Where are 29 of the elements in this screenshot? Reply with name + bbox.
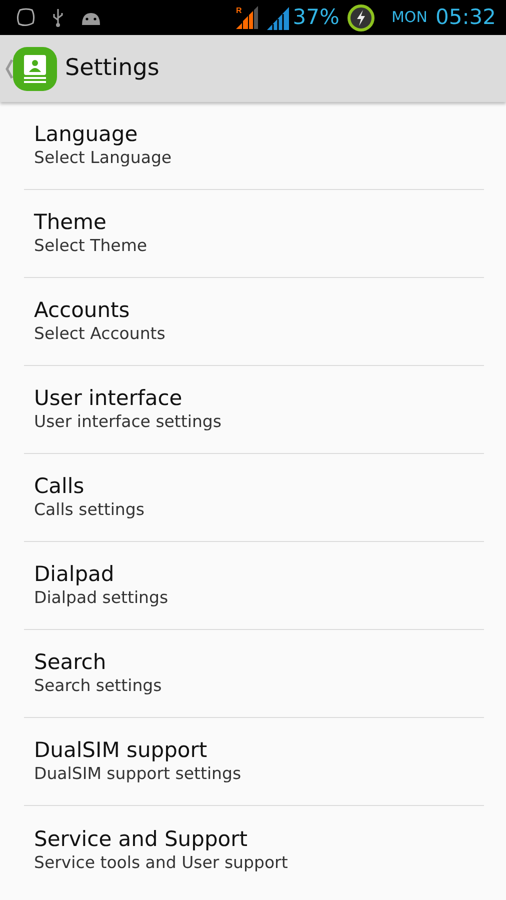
setting-title[interactable]: User interface	[34, 386, 484, 412]
signal-icon	[266, 6, 289, 30]
setting-title[interactable]: Dialpad	[34, 562, 484, 588]
app-icon	[13, 46, 57, 90]
setting-title[interactable]: Search	[34, 650, 484, 676]
setting-summary: Search settings	[34, 675, 163, 697]
setting-summary: Select Accounts	[34, 323, 166, 345]
setting-title[interactable]: Calls	[34, 474, 484, 500]
battery-percent: 37%	[292, 4, 340, 31]
screen-title: Settings	[65, 54, 160, 84]
setting-summary: Dialpad settings	[34, 587, 170, 609]
setting-summary: User interface settings	[34, 411, 222, 433]
clock-time: 05:32	[435, 4, 496, 31]
setting-summary: Select Theme	[34, 235, 148, 257]
setting-title[interactable]: Theme	[34, 210, 484, 236]
usb-icon	[52, 8, 64, 28]
notification-icon	[16, 8, 36, 28]
setting-summary: Calls settings	[34, 499, 146, 521]
setting-summary: Select Language	[34, 147, 173, 169]
back-caret-icon	[5, 58, 13, 78]
day-label: MON	[391, 7, 428, 28]
setting-summary: Service tools and User support	[34, 852, 289, 874]
battery-charging-icon	[347, 4, 376, 32]
setting-title[interactable]: Accounts	[34, 298, 484, 324]
setting-summary: DualSIM support settings	[34, 763, 242, 785]
setting-title[interactable]: Service and Support	[34, 826, 484, 852]
back-button[interactable]	[5, 46, 57, 90]
setting-title[interactable]: Language	[34, 122, 484, 148]
setting-title[interactable]: DualSIM support	[34, 738, 484, 764]
